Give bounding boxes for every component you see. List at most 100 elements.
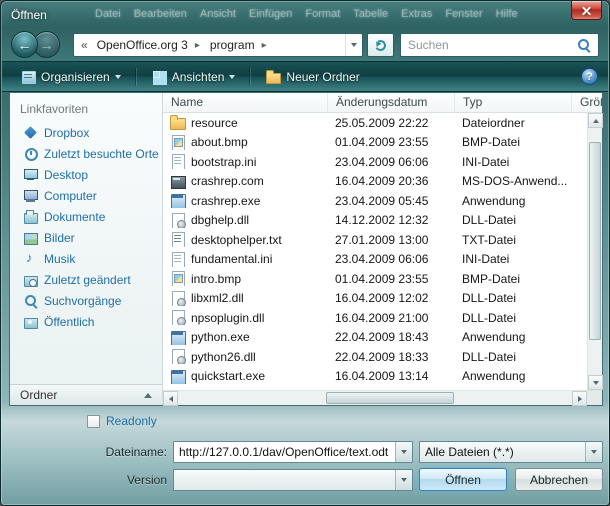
new-folder-label: Neuer Ordner [286,70,359,84]
address-bar[interactable]: « OpenOffice.org 3▸program▸ [73,33,363,57]
search-icon [23,293,38,308]
vertical-scrollbar[interactable] [587,113,602,390]
column-header-size[interactable]: Größe [571,93,602,112]
background-menu-item: Datei [95,8,121,20]
pictures-icon [23,230,38,245]
filetype-combobox[interactable]: Alle Dateien (*.*) [419,441,603,463]
scroll-right-button[interactable] [572,391,587,406]
favorites-pane: Linkfavoriten DropboxZuletzt besuchte Or… [10,93,163,405]
file-row[interactable]: fundamental.ini23.04.2009 06:06INI-Datei [163,250,587,270]
command-toolbar: Organisieren Ansichten Neuer Ordner ? [2,61,608,92]
organize-button[interactable]: Organisieren [12,65,130,88]
sidebar-item-music[interactable]: Musik [10,248,162,269]
file-type: Anwendung [454,194,571,208]
sidebar-item-computer[interactable]: Computer [10,185,162,206]
close-icon [582,6,591,15]
sidebar-item-desktop[interactable]: Desktop [10,164,162,185]
recent-icon [23,146,38,161]
file-row[interactable]: intro.bmp01.04.2009 23:55BMP-Datei [163,269,587,289]
nav-buttons: ← → [11,31,60,58]
sidebar-item-recent-changed[interactable]: Zuletzt geändert [10,269,162,290]
readonly-checkbox-row[interactable]: Readonly [87,414,157,428]
views-icon [152,69,167,84]
breadcrumb-segment[interactable]: program▸ [205,34,272,56]
background-menu-item: Bearbeiten [134,8,187,20]
file-row[interactable]: python.exe22.04.2009 18:43Anwendung [163,328,587,348]
cancel-button[interactable]: Abbrechen [515,468,603,491]
file-row[interactable]: crashrep.com16.04.2009 20:36MS-DOS-Anwen… [163,172,587,192]
scroll-left-button[interactable] [163,391,178,406]
file-row[interactable]: desktophelper.txt27.01.2009 13:00TXT-Dat… [163,230,587,250]
address-dropdown-button[interactable] [345,34,362,56]
file-name: bootstrap.ini [191,155,256,169]
open-button[interactable]: Öffnen [419,468,507,491]
version-label: Version [61,473,167,487]
sidebar-item-pictures[interactable]: Bilder [10,227,162,248]
breadcrumb-collapse-button[interactable]: « [74,34,92,56]
refresh-button[interactable] [367,33,394,57]
search-input[interactable] [408,38,577,52]
horizontal-scrollbar[interactable] [163,390,602,405]
readonly-checkbox[interactable] [87,415,100,428]
horizontal-scrollbar-thumb[interactable] [326,392,454,404]
vertical-scrollbar-thumb[interactable] [589,142,601,340]
sidebar-item-searches[interactable]: Suchvorgänge [10,290,162,311]
background-menu-item: Einfügen [249,8,292,20]
help-button[interactable]: ? [581,68,598,85]
file-date: 22.04.2009 18:43 [327,330,454,344]
sidebar-item-label: Dropbox [44,126,89,140]
column-header-date[interactable]: Änderungsdatum [327,93,454,112]
search-icon[interactable] [577,38,591,52]
filetype-dropdown-button[interactable] [585,442,602,462]
chevron-down-icon [351,43,357,47]
file-row[interactable]: about.bmp01.04.2009 23:55BMP-Datei [163,133,587,153]
file-date: 23.04.2009 06:06 [327,155,454,169]
file-type: INI-Datei [454,155,571,169]
file-row[interactable]: crashrep.exe23.04.2009 05:45Anwendung [163,191,587,211]
background-menubar: DateiBearbeitenAnsichtEinfügenFormatTabe… [95,8,518,20]
breadcrumb-chevron-icon[interactable]: ▸ [195,40,200,51]
filename-combobox[interactable] [173,441,413,463]
sidebar-item-documents[interactable]: Dokumente [10,206,162,227]
new-folder-button[interactable]: Neuer Ordner [257,65,368,88]
vertical-scroll-track[interactable] [588,128,602,375]
filename-label: Dateiname: [61,445,167,459]
titlebar[interactable]: Öffnen DateiBearbeitenAnsichtEinfügenFor… [1,1,609,29]
file-type: DLL-Datei [454,291,571,305]
file-name: fundamental.ini [191,252,272,266]
filename-input[interactable] [174,442,395,462]
version-combobox[interactable] [173,469,413,491]
column-header-name[interactable]: Name [163,93,327,112]
filename-dropdown-button[interactable] [395,442,412,462]
file-row[interactable]: dbghelp.dll14.12.2002 12:32DLL-Datei [163,211,587,231]
file-row[interactable]: npsoplugin.dll16.04.2009 21:00DLL-Datei [163,308,587,328]
file-row[interactable]: bootstrap.ini 23.04.2009 06:06INI-Datei [163,152,587,172]
back-button[interactable]: ← [11,31,38,58]
file-row[interactable]: quickstart.exe16.04.2009 13:14Anwendung [163,367,587,387]
file-name: crashrep.com [191,174,264,188]
version-value [174,470,395,490]
breadcrumb-segment[interactable]: OpenOffice.org 3 ▸ [92,34,205,56]
breadcrumb-chevron-icon[interactable]: ▸ [262,40,267,51]
file-row[interactable]: resource25.05.2009 22:22Dateiordner [163,113,587,133]
ini-file-icon [170,154,186,169]
sidebar-item-public[interactable]: Öffentlich [10,311,162,332]
scroll-down-button[interactable] [588,375,603,390]
search-box[interactable] [400,33,599,57]
dropbox-icon [23,125,38,140]
close-button[interactable] [571,1,602,20]
dll-file-icon [170,310,186,325]
file-row[interactable]: python26.dll22.04.2009 18:33DLL-Datei [163,347,587,367]
breadcrumb-segment-label: OpenOffice.org 3 [97,38,188,52]
column-header-type[interactable]: Typ [454,93,571,112]
views-button[interactable]: Ansichten [143,65,245,88]
sidebar-item-dropbox[interactable]: Dropbox [10,122,162,143]
chevron-down-icon [591,450,597,454]
sidebar-item-recent-places[interactable]: Zuletzt besuchte Orte [10,143,162,164]
file-row[interactable]: libxml2.dll16.04.2009 12:02DLL-Datei [163,289,587,309]
horizontal-scroll-track[interactable] [178,391,572,405]
scroll-up-button[interactable] [588,113,603,128]
version-dropdown-button[interactable] [395,470,412,490]
folders-expander[interactable]: Ordner [10,384,162,405]
file-name: npsoplugin.dll [191,311,264,325]
